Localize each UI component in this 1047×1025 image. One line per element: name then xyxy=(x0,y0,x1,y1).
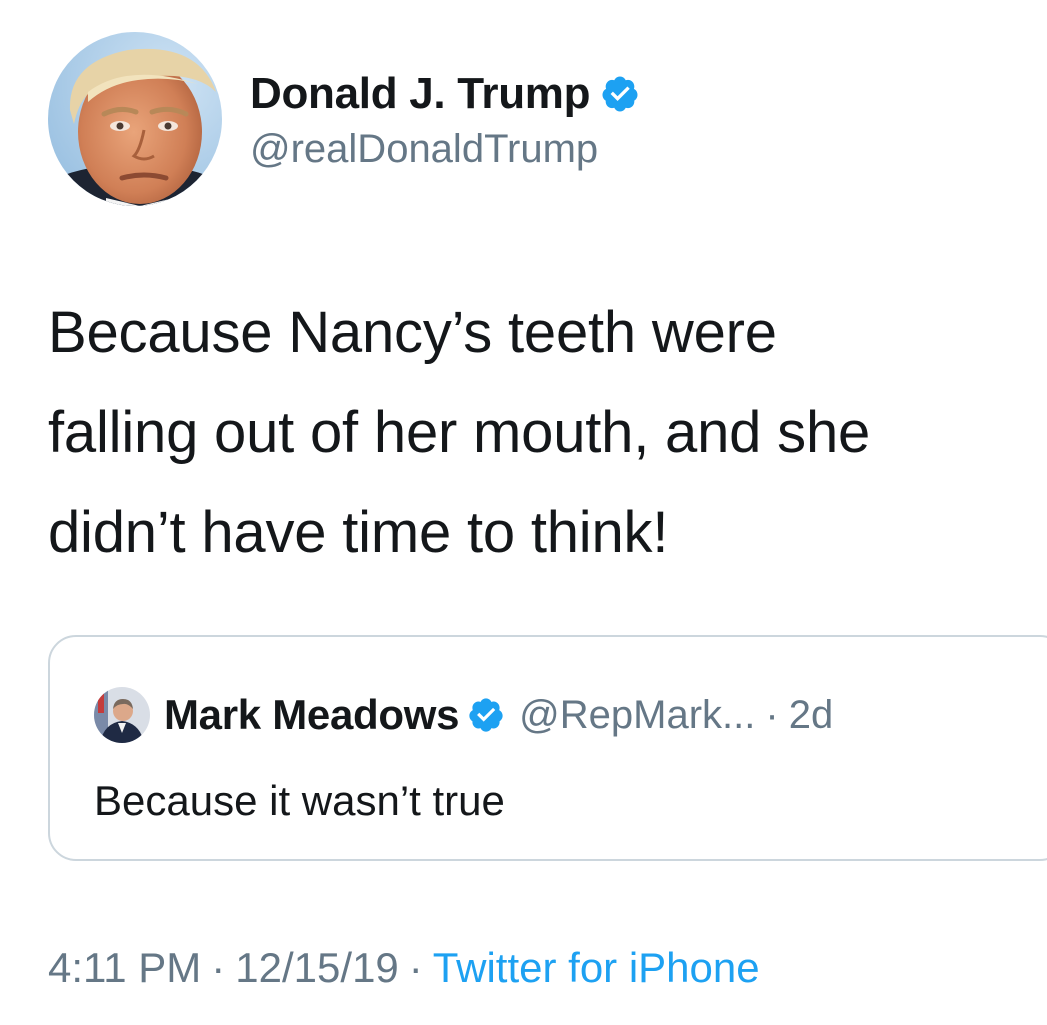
tweet-date[interactable]: 12/15/19 xyxy=(235,944,399,991)
author-avatar-image xyxy=(48,32,222,206)
tweet-text: Because Nancy’s teeth were falling out o… xyxy=(48,283,1047,583)
quoted-timestamp: 2d xyxy=(788,692,834,737)
tweet-source-link[interactable]: Twitter for iPhone xyxy=(433,944,760,991)
author-handle[interactable]: @realDonaldTrump xyxy=(250,127,640,172)
quoted-tweet-header: Mark Meadows @RepMark... · 2d xyxy=(94,687,833,743)
quoted-author-avatar-image xyxy=(94,687,150,743)
tweet-meta: 4:11 PM · 12/15/19 · Twitter for iPhone xyxy=(48,944,760,992)
verified-badge-icon xyxy=(467,696,505,734)
author-display-name[interactable]: Donald J. Trump xyxy=(250,69,591,119)
meta-separator: · xyxy=(408,944,423,991)
quoted-tweet-card[interactable]: Mark Meadows @RepMark... · 2d Because it… xyxy=(48,635,1047,861)
author-name-row: Donald J. Trump xyxy=(250,67,640,121)
author-avatar[interactable] xyxy=(48,32,222,206)
tweet-text-line: Because Nancy’s teeth were xyxy=(48,300,777,365)
quoted-tweet-text: Because it wasn’t true xyxy=(94,777,505,824)
tweet-detail: Donald J. Trump @realDonaldTrump Because… xyxy=(0,0,1047,1025)
author-names: Donald J. Trump @realDonaldTrump xyxy=(250,67,640,172)
tweet-text-line: falling out of her mouth, and she xyxy=(48,400,871,465)
meta-separator: · xyxy=(211,944,226,991)
quoted-author-handle: @RepMark... xyxy=(519,692,756,737)
tweet-time[interactable]: 4:11 PM xyxy=(48,944,201,991)
quoted-author-avatar xyxy=(94,687,150,743)
quoted-separator: · xyxy=(765,692,779,737)
quoted-author-display-name: Mark Meadows xyxy=(164,691,460,738)
verified-badge-icon xyxy=(600,74,640,114)
tweet-header: Donald J. Trump @realDonaldTrump xyxy=(48,32,640,206)
tweet-text-line: didn’t have time to think! xyxy=(48,500,669,565)
